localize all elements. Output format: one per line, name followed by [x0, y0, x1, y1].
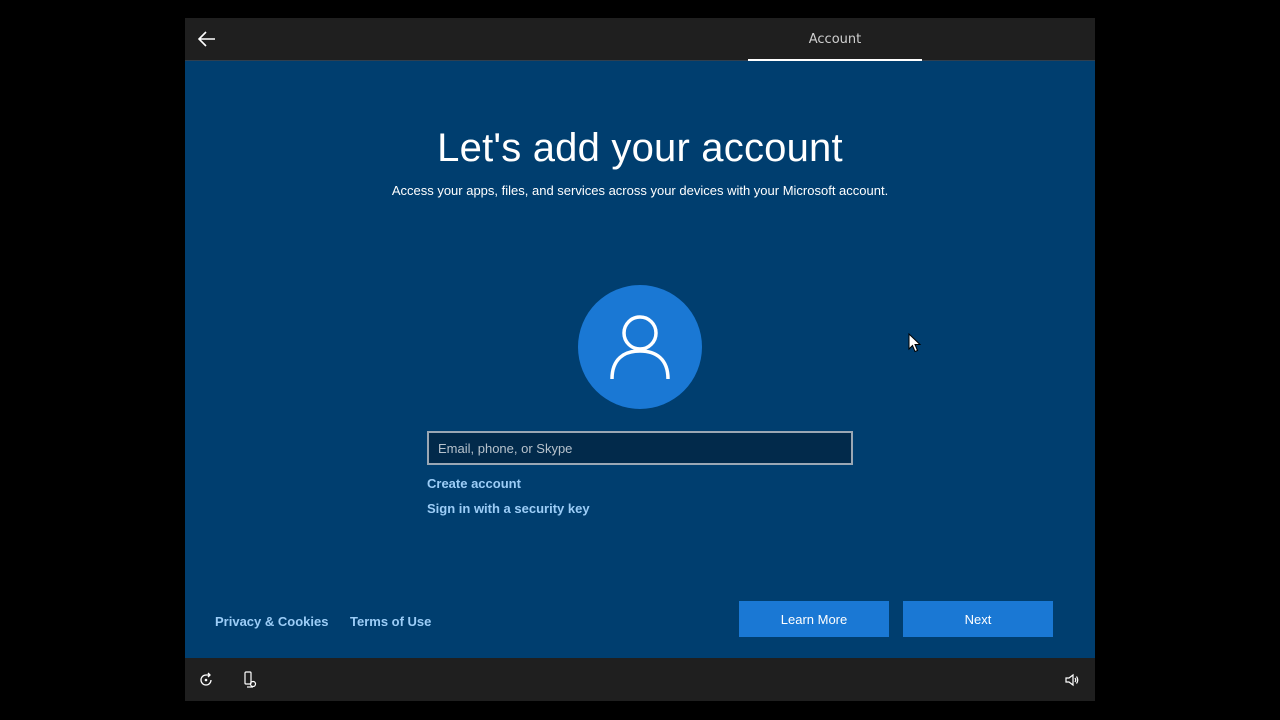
- top-bar: Account: [185, 18, 1095, 61]
- back-arrow-icon: [198, 31, 215, 47]
- tab-account-label: Account: [808, 31, 862, 47]
- mouse-cursor-icon: [908, 333, 922, 353]
- bottom-bar: [185, 658, 1095, 701]
- narrator-icon: [244, 671, 257, 688]
- user-icon: [610, 315, 670, 380]
- page-title: Let's add your account: [437, 126, 843, 170]
- privacy-cookies-link[interactable]: Privacy & Cookies: [215, 614, 328, 629]
- learn-more-button[interactable]: Learn More: [739, 601, 889, 637]
- next-label: Next: [964, 611, 992, 627]
- avatar: [578, 285, 702, 409]
- terms-of-use-link[interactable]: Terms of Use: [350, 614, 431, 629]
- security-key-link[interactable]: Sign in with a security key: [427, 501, 590, 516]
- learn-more-label: Learn More: [780, 611, 848, 627]
- create-account-link[interactable]: Create account: [427, 476, 521, 491]
- tab-account[interactable]: Account: [748, 18, 922, 61]
- narrator-button[interactable]: [240, 670, 260, 690]
- main-content: Let's add your account Access your apps,…: [185, 61, 1095, 658]
- oobe-window: Account Let's add your account Access yo…: [185, 18, 1095, 701]
- email-field-container: [427, 431, 853, 465]
- next-button[interactable]: Next: [903, 601, 1053, 637]
- ease-of-access-button[interactable]: [196, 670, 216, 690]
- email-field[interactable]: [429, 433, 851, 463]
- page-subtitle: Access your apps, files, and services ac…: [391, 183, 889, 198]
- back-button[interactable]: [193, 25, 221, 53]
- ease-of-access-icon: [200, 672, 212, 686]
- volume-icon: [1065, 673, 1079, 687]
- volume-button[interactable]: [1062, 670, 1082, 690]
